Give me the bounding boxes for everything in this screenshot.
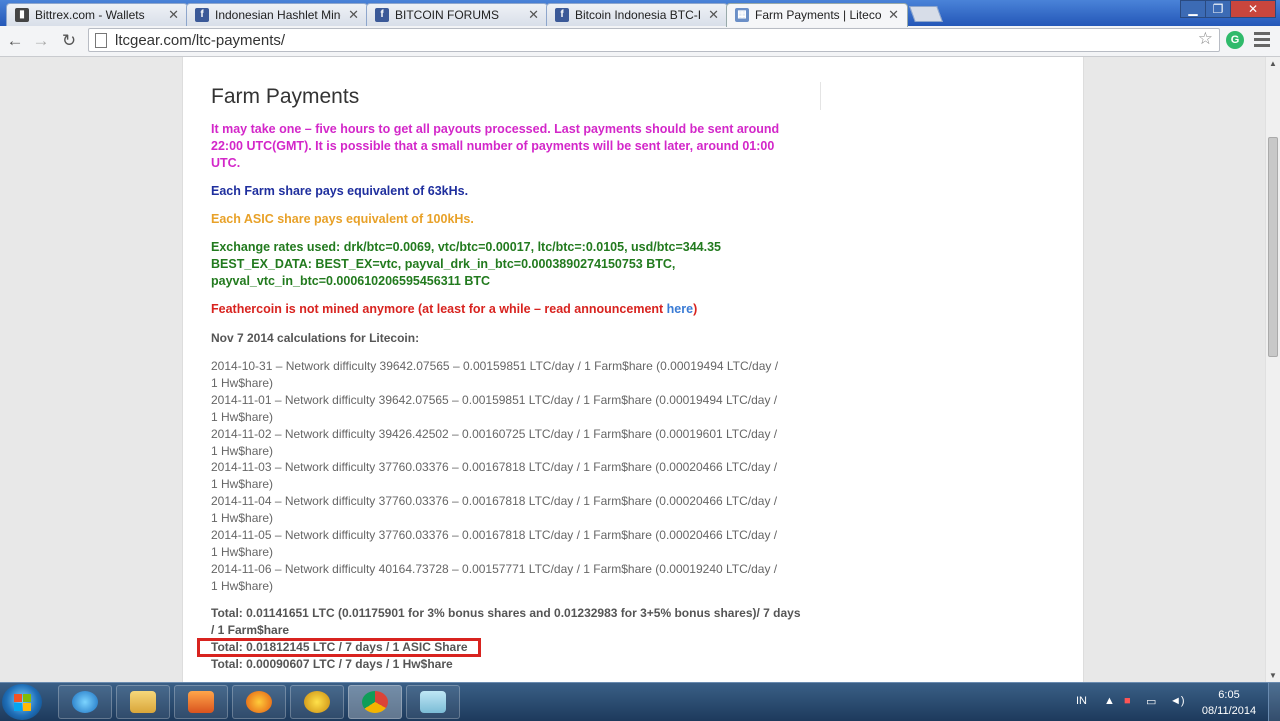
tab-bittrex[interactable]: ▮ Bittrex.com - Wallets ✕ [6,3,188,26]
feathercoin-notice: Feathercoin is not mined anymore (at lea… [211,301,791,318]
facebook-favicon-icon: f [195,8,209,22]
total-hw-share: Total: 0.00090607 LTC / 7 days / 1 Hw$ha… [211,657,453,671]
chart-favicon-icon: ▮ [15,8,29,22]
calc-row: 2014-11-04 – Network difficulty 37760.03… [211,494,778,525]
close-tab-icon[interactable]: ✕ [528,7,539,23]
windows-taskbar: IN ▲ ■ ▭ ◄) 6:05 08/11/2014 [0,682,1280,721]
tab-title: BITCOIN FORUMS [395,8,499,22]
tab-strip: ▮ Bittrex.com - Wallets ✕ f Indonesian H… [0,0,1280,27]
show-desktop-button[interactable] [1268,683,1280,721]
chrome-menu-icon[interactable] [1254,32,1270,50]
tab-bitcoin-forums[interactable]: f BITCOIN FORUMS ✕ [366,3,548,26]
maximize-icon[interactable]: ❐ [1205,0,1231,18]
browser-toolbar: ← → ↻ ltcgear.com/ltc-payments/ ☆ G [0,26,1280,57]
clock-date: 08/11/2014 [1201,705,1257,717]
show-hidden-icons-icon[interactable]: ▲ [1104,695,1115,707]
content-area: Farm Payments It may take one – five hou… [182,57,1084,682]
window-close-icon[interactable]: ✕ [1230,0,1276,18]
feathercoin-end: ) [693,302,698,316]
tab-indonesian-hashlet[interactable]: f Indonesian Hashlet Miner ✕ [186,3,368,26]
calc-row: 2014-11-03 – Network difficulty 37760.03… [211,460,778,491]
close-tab-icon[interactable]: ✕ [348,7,359,23]
scroll-thumb[interactable] [1268,137,1278,357]
volume-icon[interactable]: ◄) [1170,695,1185,707]
tab-title: Bittrex.com - Wallets [35,8,145,22]
facebook-favicon-icon: f [375,8,389,22]
network-icon[interactable]: ▭ [1146,695,1156,708]
calc-row: 2014-11-02 – Network difficulty 39426.42… [211,427,778,458]
calc-row: 2014-11-06 – Network difficulty 40164.73… [211,562,778,593]
media-player-icon[interactable] [174,685,228,719]
clock[interactable]: 6:05 08/11/2014 [1196,687,1262,719]
scroll-up-arrow-icon[interactable]: ▲ [1269,59,1277,68]
facebook-favicon-icon: f [555,8,569,22]
announcement-link[interactable]: here [667,302,693,316]
total-farm-share: Total: 0.01141651 LTC (0.01175901 for 3%… [211,606,801,637]
page-title: Farm Payments [211,85,360,108]
calc-row: 2014-10-31 – Network difficulty 39642.07… [211,359,779,390]
vertical-scrollbar[interactable]: ▲ ▼ [1265,57,1280,682]
chrome-icon[interactable] [348,685,402,719]
calc-row: 2014-11-05 – Network difficulty 37760.03… [211,528,778,559]
minimize-icon[interactable]: ▁ [1180,0,1206,18]
close-tab-icon[interactable]: ✕ [888,7,899,23]
sidebar-divider [820,82,821,110]
language-indicator[interactable]: IN [1076,695,1087,707]
file-explorer-icon[interactable] [116,685,170,719]
payout-notice: It may take one – five hours to get all … [211,122,780,170]
clock-time: 6:05 [1218,689,1240,701]
tab-title: Bitcoin Indonesia BTC-Ind [575,8,701,22]
forward-arrow-icon[interactable]: → [30,30,52,52]
close-tab-icon[interactable]: ✕ [708,7,719,23]
new-tab-button[interactable] [909,6,943,22]
calc-row: 2014-11-01 – Network difficulty 39642.07… [211,393,778,424]
tab-title: Indonesian Hashlet Miner [215,8,341,22]
close-tab-icon[interactable]: ✕ [168,7,179,23]
ltcgear-favicon-icon: ▦ [735,8,749,22]
game-app-icon[interactable] [290,685,344,719]
extension-icon[interactable]: G [1226,31,1244,49]
tab-bitcoin-indonesia[interactable]: f Bitcoin Indonesia BTC-Ind ✕ [546,3,728,26]
page-icon [95,33,107,48]
url-text[interactable]: ltcgear.com/ltc-payments/ [115,32,285,49]
bookmark-star-icon[interactable]: ☆ [1198,29,1213,49]
feathercoin-text: Feathercoin is not mined anymore (at lea… [211,302,667,316]
asic-share-info: Each ASIC share pays equivalent of 100kH… [211,212,474,226]
page-viewport: Farm Payments It may take one – five hou… [0,57,1265,682]
reload-icon[interactable]: ↻ [58,30,80,52]
calculations-heading: Nov 7 2014 calculations for Litecoin: [211,331,420,345]
highlight-box [197,638,481,657]
exchange-rates: Exchange rates used: drk/btc=0.0069, vtc… [211,240,721,288]
back-arrow-icon[interactable]: ← [4,30,26,52]
firefox-icon[interactable] [232,685,286,719]
farm-share-info: Each Farm share pays equivalent of 63kHs… [211,184,469,198]
notepad-icon[interactable] [406,685,460,719]
scroll-down-arrow-icon[interactable]: ▼ [1269,671,1277,680]
security-icon[interactable]: ■ [1124,695,1131,707]
tab-title: Farm Payments | Litecoin [755,8,881,22]
start-button[interactable] [2,684,42,720]
internet-explorer-icon[interactable] [58,685,112,719]
tab-farm-payments[interactable]: ▦ Farm Payments | Litecoin ✕ [726,3,908,27]
address-bar[interactable]: ltcgear.com/ltc-payments/ ☆ [88,28,1220,52]
